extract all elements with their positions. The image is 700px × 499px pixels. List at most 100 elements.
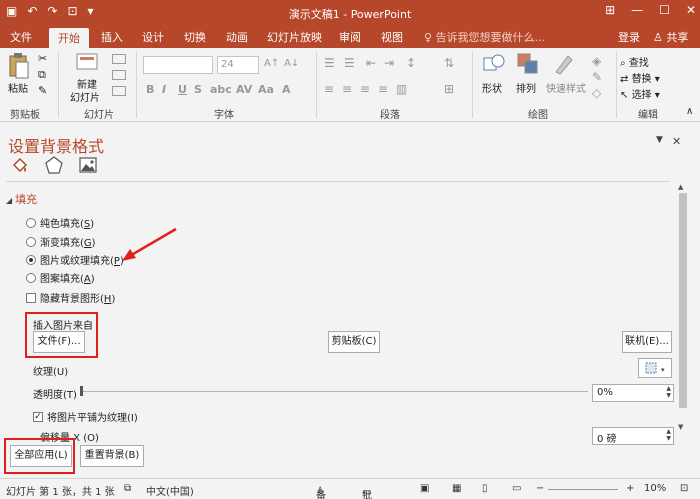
- bold-icon[interactable]: B: [146, 83, 154, 96]
- format-painter-icon[interactable]: ✎: [38, 84, 47, 97]
- shape-outline-icon[interactable]: ✎: [592, 70, 602, 84]
- reading-view-icon[interactable]: ▯: [482, 483, 488, 494]
- tab-view[interactable]: 视图: [381, 29, 403, 45]
- quick-styles-icon[interactable]: [552, 52, 576, 76]
- normal-view-icon[interactable]: ▣: [420, 483, 429, 494]
- reset-background-button[interactable]: 重置背景(B): [80, 445, 144, 467]
- zoom-slider[interactable]: [548, 489, 618, 490]
- hide-background-graphics-option[interactable]: 隐藏背景图形(H): [26, 290, 115, 305]
- align-right-icon[interactable]: ≡: [360, 82, 370, 96]
- solid-fill-option[interactable]: 纯色填充(S): [26, 215, 94, 230]
- decrease-indent-icon[interactable]: ⇤: [366, 56, 376, 70]
- spin-arrows-icon[interactable]: ▲ ▼: [666, 428, 671, 442]
- select-button[interactable]: ↖ 选择 ▾: [620, 86, 660, 101]
- paste-icon[interactable]: [8, 52, 30, 80]
- font-color-icon[interactable]: A: [282, 83, 291, 96]
- bullets-icon[interactable]: ☰: [324, 56, 335, 70]
- numbering-icon[interactable]: ☰: [344, 56, 355, 70]
- online-button[interactable]: 联机(E)...: [622, 331, 672, 353]
- spin-arrows-icon[interactable]: ▲ ▼: [666, 385, 671, 399]
- italic-icon[interactable]: I: [162, 83, 166, 96]
- minimize-icon[interactable]: —: [631, 3, 643, 17]
- transparency-slider-track[interactable]: [82, 391, 588, 392]
- tab-file[interactable]: 文件: [10, 29, 32, 45]
- picture-texture-fill-option[interactable]: 图片或纹理填充(P): [26, 252, 124, 267]
- font-name-input[interactable]: [143, 56, 213, 74]
- scroll-down-icon[interactable]: ▼: [678, 423, 683, 431]
- zoom-level[interactable]: 10%: [644, 483, 666, 494]
- picture-category-icon[interactable]: [78, 155, 98, 175]
- picture-texture-fill-radio[interactable]: [26, 254, 36, 265]
- fit-to-window-icon[interactable]: ⊡: [680, 483, 688, 494]
- tell-me-search[interactable]: ♀ 告诉我您想要做什么...: [424, 29, 545, 45]
- smartart-icon[interactable]: ⊞: [444, 82, 454, 96]
- tile-picture-option[interactable]: ✓ 将图片平铺为纹理(I): [33, 409, 138, 424]
- ribbon-display-options-icon[interactable]: ⊞: [605, 3, 615, 17]
- spell-check-icon[interactable]: ⧉: [124, 483, 131, 494]
- justify-icon[interactable]: ≡: [378, 82, 388, 96]
- pattern-fill-radio[interactable]: [26, 272, 36, 283]
- underline-icon[interactable]: U: [178, 83, 187, 96]
- pane-scrollbar[interactable]: ▲ ▼: [678, 183, 688, 433]
- replace-button[interactable]: ⇄ 替换 ▾: [620, 70, 660, 85]
- shapes-icon[interactable]: [482, 52, 506, 76]
- tab-transitions[interactable]: 切换: [184, 29, 206, 45]
- transparency-input[interactable]: 0% ▲ ▼: [592, 384, 674, 402]
- texture-dropdown[interactable]: ▾: [638, 358, 672, 378]
- transparency-slider-thumb[interactable]: [80, 386, 83, 396]
- solid-fill-radio[interactable]: [26, 217, 36, 228]
- login-link[interactable]: 登录: [618, 29, 640, 45]
- cut-icon[interactable]: ✂: [38, 52, 47, 65]
- clipboard-button[interactable]: 剪贴板(C): [328, 331, 380, 353]
- fill-category-icon[interactable]: [10, 155, 30, 175]
- align-left-icon[interactable]: ≡: [324, 82, 334, 96]
- close-icon[interactable]: ✕: [686, 3, 696, 17]
- arrange-icon[interactable]: [516, 52, 540, 76]
- copy-icon[interactable]: ⧉: [38, 68, 46, 82]
- zoom-in-icon[interactable]: +: [626, 483, 634, 494]
- font-size-input[interactable]: 24: [217, 56, 259, 74]
- fill-section-header[interactable]: ◢ 填充: [6, 191, 37, 207]
- section-icon[interactable]: [112, 86, 126, 96]
- shrink-font-icon[interactable]: A↓: [284, 58, 299, 69]
- strikethrough-icon[interactable]: abc: [210, 83, 232, 96]
- hide-background-checkbox[interactable]: [26, 292, 36, 303]
- tab-home[interactable]: 开始: [49, 28, 89, 49]
- text-direction-icon[interactable]: ⇅: [444, 56, 454, 70]
- tab-animations[interactable]: 动画: [226, 29, 248, 45]
- offset-x-input[interactable]: 0 磅 ▲ ▼: [592, 427, 674, 445]
- find-button[interactable]: ⌕ 查找: [620, 54, 649, 69]
- shape-fill-icon[interactable]: ◈: [592, 54, 601, 68]
- shape-effects-icon[interactable]: ◇: [592, 86, 601, 100]
- gradient-fill-option[interactable]: 渐变填充(G): [26, 234, 96, 249]
- reset-icon[interactable]: [112, 70, 126, 80]
- new-slide-icon[interactable]: [76, 52, 98, 72]
- slideshow-view-icon[interactable]: ▭: [512, 483, 521, 494]
- tab-slideshow[interactable]: 幻灯片放映: [267, 29, 322, 45]
- tab-design[interactable]: 设计: [142, 29, 164, 45]
- layout-icon[interactable]: [112, 54, 126, 64]
- language-indicator[interactable]: 中文(中国): [146, 483, 194, 498]
- tile-picture-checkbox[interactable]: ✓: [33, 411, 43, 422]
- effects-category-icon[interactable]: [44, 155, 64, 175]
- gradient-fill-radio[interactable]: [26, 236, 36, 247]
- pattern-fill-option[interactable]: 图案填充(A): [26, 270, 95, 285]
- close-pane-icon[interactable]: ✕: [672, 135, 681, 148]
- line-spacing-icon[interactable]: ↕: [406, 56, 416, 70]
- scroll-thumb[interactable]: [679, 193, 687, 408]
- share-button[interactable]: ♙ 共享: [653, 29, 688, 45]
- shadow-icon[interactable]: S: [194, 83, 202, 96]
- tab-insert[interactable]: 插入: [101, 29, 123, 45]
- columns-icon[interactable]: ▥: [396, 82, 407, 96]
- align-center-icon[interactable]: ≡: [342, 82, 352, 96]
- collapse-ribbon-icon[interactable]: ∧: [686, 106, 693, 117]
- zoom-out-icon[interactable]: −: [536, 483, 544, 494]
- change-case-icon[interactable]: Aa: [258, 83, 274, 96]
- pane-options-icon[interactable]: ▼: [656, 135, 663, 145]
- increase-indent-icon[interactable]: ⇥: [384, 56, 394, 70]
- tab-review[interactable]: 审阅: [339, 29, 361, 45]
- scroll-up-icon[interactable]: ▲: [678, 183, 683, 191]
- slide-sorter-icon[interactable]: ▦: [452, 483, 461, 494]
- char-spacing-icon[interactable]: AV: [236, 83, 252, 96]
- grow-font-icon[interactable]: A↑: [264, 58, 279, 69]
